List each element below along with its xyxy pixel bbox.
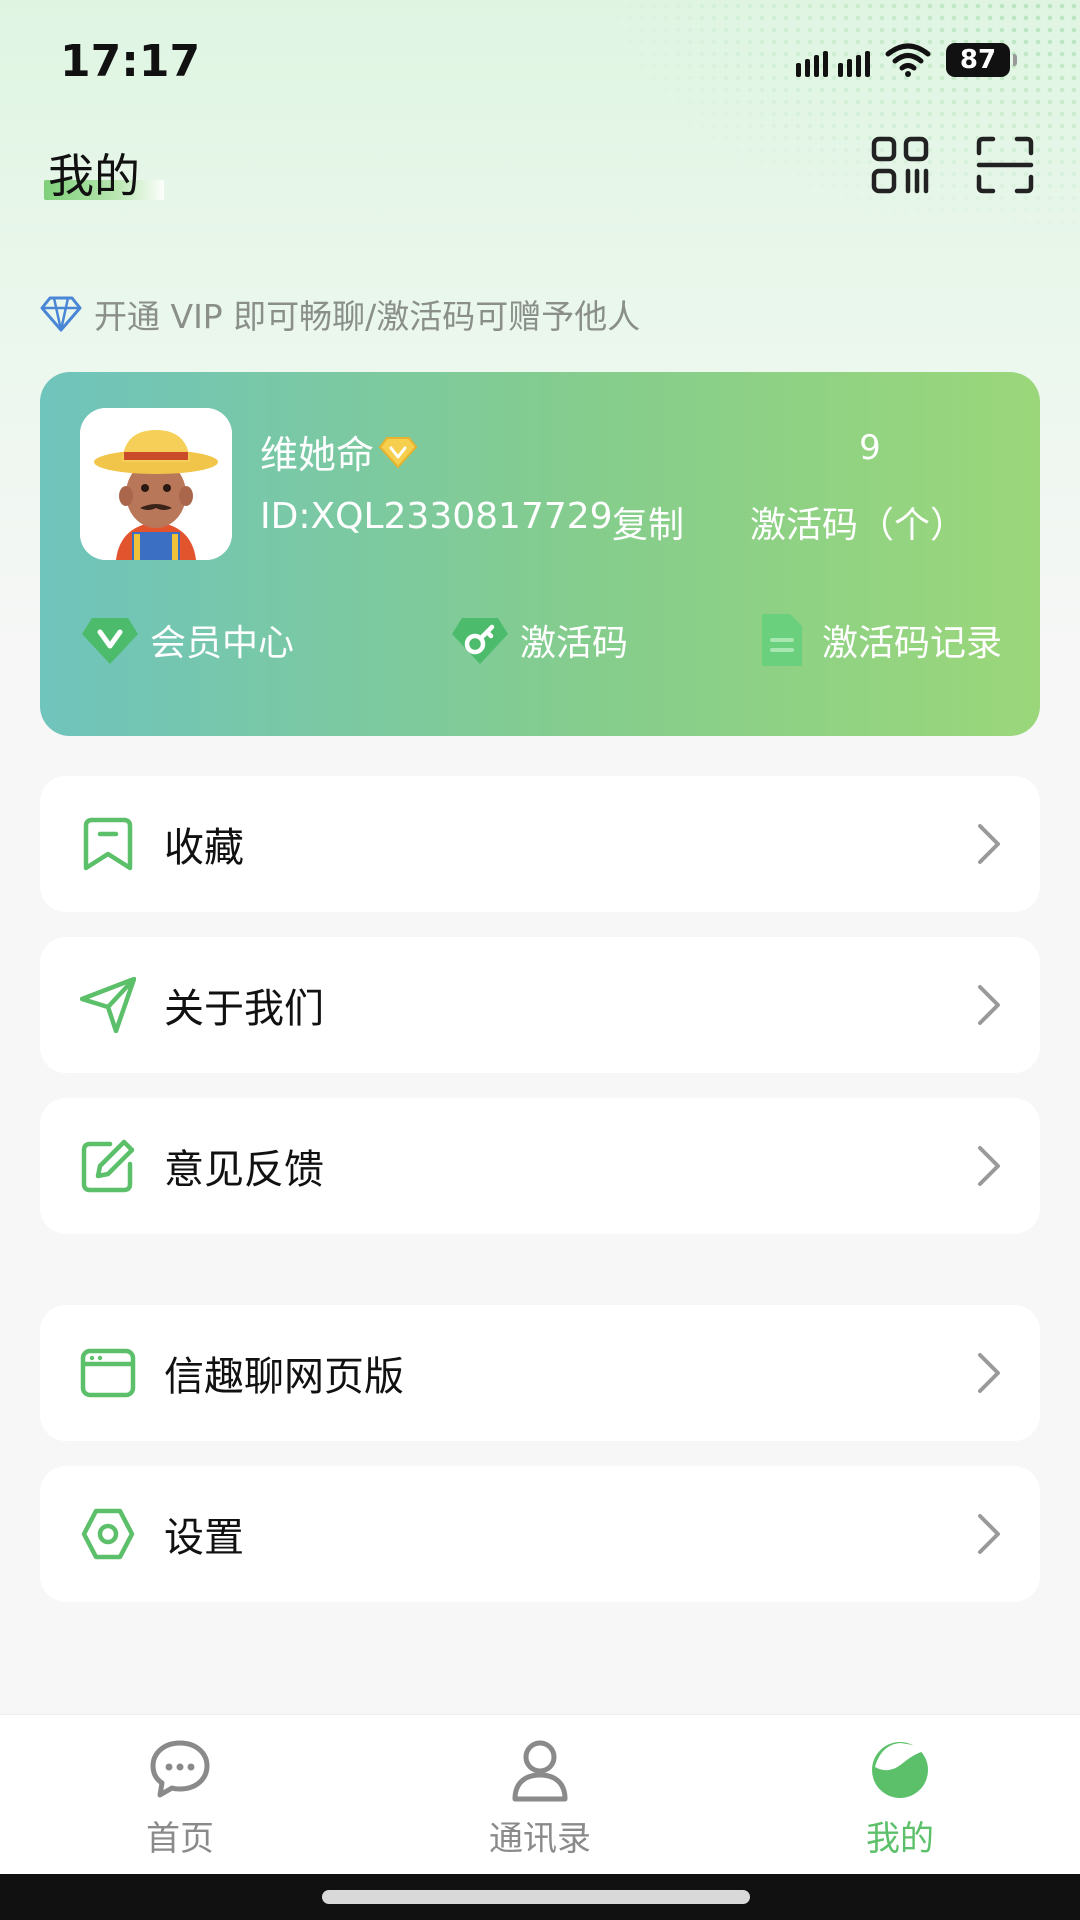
activation-code-action-label: 激活码 [520, 623, 629, 664]
settings-icon [81, 1508, 135, 1560]
menu-label: 设置 [164, 1515, 244, 1561]
vip-promo-text: 开通 VIP 即可畅聊/激活码可赠予他人 [94, 297, 641, 336]
avatar[interactable] [80, 408, 232, 560]
username-text: 维她命 [260, 433, 375, 477]
menu-item-web-version[interactable]: 信趣聊网页版 [40, 1305, 1040, 1441]
battery-indicator: 87 [946, 43, 1017, 77]
bookmark-icon [83, 817, 133, 871]
contacts-icon [512, 1740, 568, 1802]
activation-code-button[interactable]: 激活码 [450, 612, 628, 668]
send-icon [80, 977, 136, 1033]
activation-code-count: 9 [859, 428, 881, 468]
username: 维她命 [260, 424, 418, 479]
tab-label: 通讯录 [489, 1819, 591, 1859]
activation-record-button[interactable]: 激活码记录 [752, 612, 1002, 668]
tab-contacts[interactable]: 通讯录 [450, 1737, 630, 1867]
menu-label: 收藏 [164, 825, 244, 871]
document-icon [762, 614, 802, 666]
chevron-right-icon [978, 1146, 1000, 1186]
chevron-right-icon [978, 824, 1000, 864]
chat-bubble-icon [150, 1740, 210, 1798]
status-time: 17:17 [60, 36, 201, 87]
vip-promo[interactable]: 开通 VIP 即可畅聊/激活码可赠予他人 [40, 290, 640, 338]
qr-code-icon[interactable] [870, 135, 930, 195]
avatar-illustration [80, 408, 232, 560]
menu-item-about-us[interactable]: 关于我们 [40, 937, 1040, 1073]
diamond-icon [40, 296, 82, 332]
chevron-right-icon [978, 1514, 1000, 1554]
tab-home[interactable]: 首页 [90, 1737, 270, 1867]
tab-label: 首页 [146, 1819, 214, 1859]
menu-label: 意见反馈 [164, 1147, 324, 1193]
chevron-right-icon [978, 1353, 1000, 1393]
browser-icon [80, 1348, 136, 1398]
activation-code-label: 激活码（个） [750, 505, 967, 546]
wifi-icon [885, 43, 931, 77]
vip-badge-icon [82, 618, 138, 664]
cellular-signal-icon [796, 43, 870, 77]
activation-record-label: 激活码记录 [822, 623, 1003, 664]
copy-id-button[interactable]: 复制 [612, 496, 684, 548]
profile-icon [872, 1742, 928, 1798]
bottom-tab-bar: 首页 通讯录 我的 [0, 1714, 1080, 1874]
key-icon [452, 618, 508, 664]
menu-item-feedback[interactable]: 意见反馈 [40, 1098, 1040, 1234]
menu-label: 信趣聊网页版 [164, 1354, 404, 1400]
membership-card: 维她命 ID:XQL2330817729 复制 9 激活码（个） 会员中心 激活… [40, 372, 1040, 736]
edit-icon [81, 1139, 135, 1193]
member-center-button[interactable]: 会员中心 [80, 612, 294, 668]
menu-item-favorites[interactable]: 收藏 [40, 776, 1040, 912]
tab-label: 我的 [866, 1819, 934, 1859]
scan-icon[interactable] [975, 135, 1035, 195]
tab-mine[interactable]: 我的 [810, 1737, 990, 1867]
member-center-label: 会员中心 [150, 623, 295, 664]
menu-item-settings[interactable]: 设置 [40, 1466, 1040, 1602]
chevron-right-icon [978, 985, 1000, 1025]
home-indicator[interactable] [322, 1890, 750, 1904]
menu-label: 关于我们 [164, 986, 324, 1032]
status-icons: 87 [796, 42, 1017, 78]
page-title: 我的 [48, 149, 140, 203]
dot-pattern-decoration [600, 0, 1080, 240]
vip-diamond-icon [378, 436, 418, 468]
user-id: ID:XQL2330817729 [260, 496, 613, 537]
